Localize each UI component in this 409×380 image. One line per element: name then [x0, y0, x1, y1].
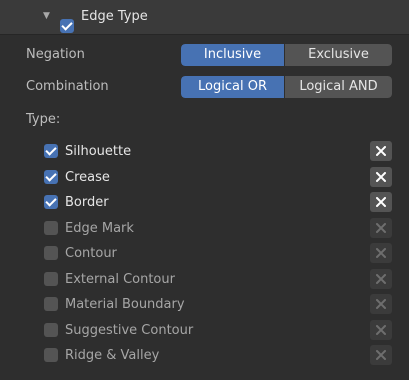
- panel-title: Edge Type: [81, 9, 148, 24]
- type-checkbox-suggestive-contour[interactable]: [44, 323, 58, 337]
- x-icon: [376, 350, 386, 360]
- type-label-external-contour: External Contour: [65, 271, 175, 287]
- type-label-crease: Crease: [65, 169, 110, 185]
- type-checkbox-border[interactable]: [44, 195, 58, 209]
- type-checkbox-silhouette[interactable]: [44, 144, 58, 158]
- exclude-toggle-suggestive-contour[interactable]: [370, 320, 392, 340]
- type-row-ridge-valley[interactable]: Ridge & Valley: [44, 345, 159, 365]
- exclude-toggle-border[interactable]: [370, 192, 392, 212]
- type-row-contour[interactable]: Contour: [44, 243, 117, 263]
- type-label: Type:: [26, 112, 61, 127]
- exclude-toggle-material-boundary[interactable]: [370, 294, 392, 314]
- combination-label: Combination: [26, 79, 109, 94]
- exclude-toggle-silhouette[interactable]: [370, 141, 392, 161]
- type-checkbox-crease[interactable]: [44, 170, 58, 184]
- type-row-border[interactable]: Border: [44, 192, 109, 212]
- type-row-external-contour[interactable]: External Contour: [44, 269, 175, 289]
- x-icon: [376, 325, 386, 335]
- type-label-ridge-valley: Ridge & Valley: [65, 347, 160, 363]
- x-icon: [376, 172, 386, 182]
- type-row-edge-mark[interactable]: Edge Mark: [44, 218, 134, 238]
- type-label-suggestive-contour: Suggestive Contour: [65, 322, 194, 338]
- x-icon: [376, 197, 386, 207]
- type-row-silhouette[interactable]: Silhouette: [44, 141, 131, 161]
- x-icon: [376, 223, 386, 233]
- negation-toggle: Inclusive Exclusive: [181, 44, 392, 66]
- type-checkbox-edge-mark[interactable]: [44, 221, 58, 235]
- type-checkbox-material-boundary[interactable]: [44, 297, 58, 311]
- type-checkbox-ridge-valley[interactable]: [44, 348, 58, 362]
- negation-inclusive-button[interactable]: Inclusive: [181, 44, 284, 66]
- combination-or-button[interactable]: Logical OR: [181, 76, 284, 98]
- disclosure-triangle-icon[interactable]: ▼: [43, 11, 50, 21]
- exclude-toggle-external-contour[interactable]: [370, 269, 392, 289]
- panel-header[interactable]: ▼ Edge Type: [0, 0, 409, 35]
- negation-label: Negation: [26, 47, 85, 62]
- exclude-toggle-crease[interactable]: [370, 167, 392, 187]
- type-row-crease[interactable]: Crease: [44, 167, 110, 187]
- type-label-contour: Contour: [65, 245, 117, 261]
- type-label-edge-mark: Edge Mark: [65, 220, 134, 236]
- type-label-material-boundary: Material Boundary: [65, 296, 185, 312]
- x-icon: [376, 146, 386, 156]
- x-icon: [376, 248, 386, 258]
- x-icon: [376, 299, 386, 309]
- type-checkbox-external-contour[interactable]: [44, 272, 58, 286]
- type-row-suggestive-contour[interactable]: Suggestive Contour: [44, 320, 193, 340]
- combination-toggle: Logical OR Logical AND: [181, 76, 392, 98]
- type-label-border: Border: [65, 194, 109, 210]
- negation-exclusive-button[interactable]: Exclusive: [284, 44, 392, 66]
- exclude-toggle-edge-mark[interactable]: [370, 218, 392, 238]
- exclude-toggle-contour[interactable]: [370, 243, 392, 263]
- panel-body: Negation Inclusive Exclusive Combination…: [0, 35, 409, 380]
- type-checkbox-contour[interactable]: [44, 246, 58, 260]
- type-label-silhouette: Silhouette: [65, 143, 132, 159]
- type-row-material-boundary[interactable]: Material Boundary: [44, 294, 185, 314]
- panel-enable-checkbox[interactable]: [60, 19, 74, 33]
- x-icon: [376, 274, 386, 284]
- exclude-toggle-ridge-valley[interactable]: [370, 345, 392, 365]
- combination-and-button[interactable]: Logical AND: [284, 76, 392, 98]
